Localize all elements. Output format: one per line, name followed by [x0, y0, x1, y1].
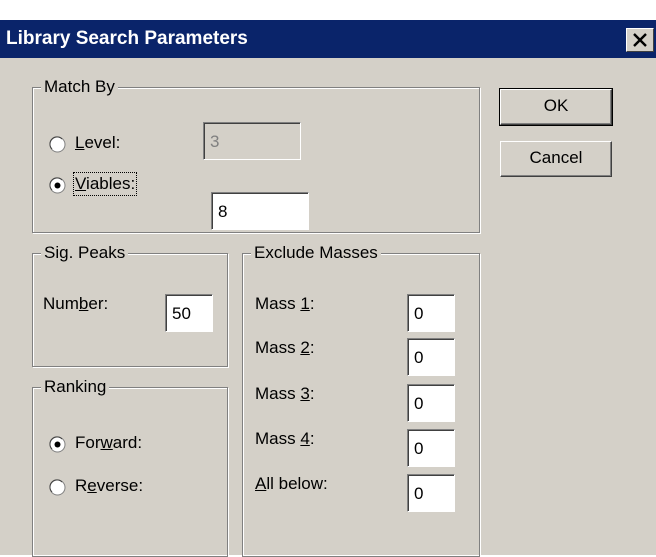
mass1-input[interactable]: 0: [407, 294, 455, 332]
mass2-label: Mass 2:: [255, 338, 315, 357]
radio-selected-icon: [49, 177, 66, 194]
level-input[interactable]: 3: [203, 122, 301, 160]
mass3-input[interactable]: 0: [407, 384, 455, 422]
mass4-label: Mass 4:: [255, 429, 315, 448]
exclude-masses-legend: Exclude Masses: [251, 242, 381, 264]
mass1-label: Mass 1:: [255, 294, 315, 313]
radio-selected-icon: [49, 436, 66, 453]
radio-unselected-icon: [49, 479, 66, 496]
ranking-group: Ranking Forward: Reverse:: [32, 376, 228, 557]
match-by-legend: Match By: [41, 76, 118, 98]
library-search-parameters-dialog: Library Search Parameters Match By Level…: [0, 20, 656, 557]
mass4-input[interactable]: 0: [407, 429, 455, 467]
title-bar[interactable]: Library Search Parameters: [0, 20, 656, 58]
level-label: Level:: [75, 133, 121, 152]
close-button[interactable]: [626, 28, 654, 52]
sig-peaks-group: Sig. Peaks Number: 50: [32, 242, 228, 367]
ranking-legend: Ranking: [41, 376, 110, 398]
all-below-input[interactable]: 0: [407, 474, 455, 512]
match-by-group: Match By Level: 3 Viables: 8: [32, 76, 480, 233]
forward-label: Forward:: [75, 433, 143, 452]
window-title: Library Search Parameters: [6, 28, 248, 49]
sig-peaks-legend: Sig. Peaks: [41, 242, 129, 264]
number-input[interactable]: 50: [165, 294, 213, 332]
reverse-label: Reverse:: [75, 476, 144, 495]
mass3-label: Mass 3:: [255, 384, 315, 403]
mass2-input[interactable]: 0: [407, 338, 455, 376]
viables-input[interactable]: 8: [211, 192, 309, 230]
exclude-masses-group: Exclude Masses Mass 1: 0 Mass 2: 0 Mass …: [242, 242, 480, 557]
viables-label: Viables:: [72, 172, 138, 196]
radio-unselected-icon: [49, 136, 66, 153]
all-below-label: All below:: [255, 474, 328, 493]
ok-button[interactable]: OK: [499, 88, 613, 126]
number-label: Number:: [43, 294, 109, 313]
close-icon: [633, 33, 647, 47]
cancel-button[interactable]: Cancel: [500, 141, 612, 177]
